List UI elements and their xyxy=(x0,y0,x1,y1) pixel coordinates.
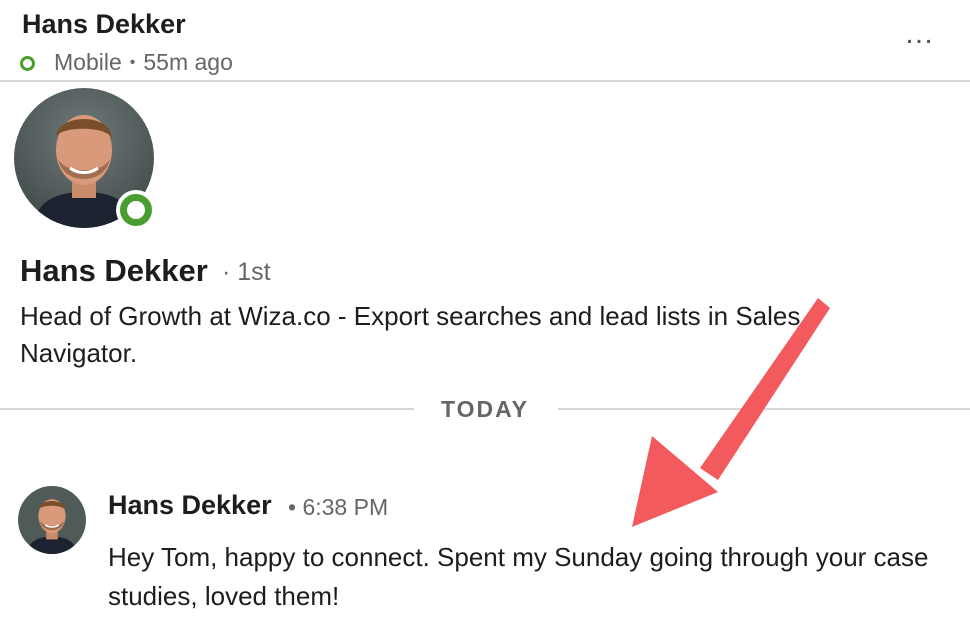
profile-name[interactable]: Hans Dekker xyxy=(20,253,208,289)
message-timestamp: • 6:38 PM xyxy=(288,494,389,520)
date-divider-line xyxy=(558,408,970,410)
presence-status: Mobile • 55m ago xyxy=(20,49,233,76)
separator-dot: • xyxy=(129,53,136,71)
online-status-badge xyxy=(116,190,156,230)
profile-headline: Head of Growth at Wiza.co - Export searc… xyxy=(20,301,801,368)
message-sender-avatar[interactable] xyxy=(18,486,86,554)
online-status-icon xyxy=(120,194,152,226)
header-contact-name[interactable]: Hans Dekker xyxy=(22,9,186,40)
message-sender-name[interactable]: Hans Dekker xyxy=(108,490,272,521)
online-status-icon xyxy=(20,56,35,71)
message-time: 6:38 PM xyxy=(302,494,389,520)
presence-device: Mobile xyxy=(54,49,122,75)
presence-time: 55m ago xyxy=(143,49,233,75)
message-body: Hey Tom, happy to connect. Spent my Sund… xyxy=(108,542,929,611)
date-divider-label: TODAY xyxy=(441,396,529,422)
date-divider-line xyxy=(0,408,414,410)
more-options-icon[interactable]: … xyxy=(904,19,936,49)
conversation-header: Hans Dekker Mobile • 55m ago … xyxy=(0,0,970,82)
connection-degree: · 1st xyxy=(222,258,271,286)
